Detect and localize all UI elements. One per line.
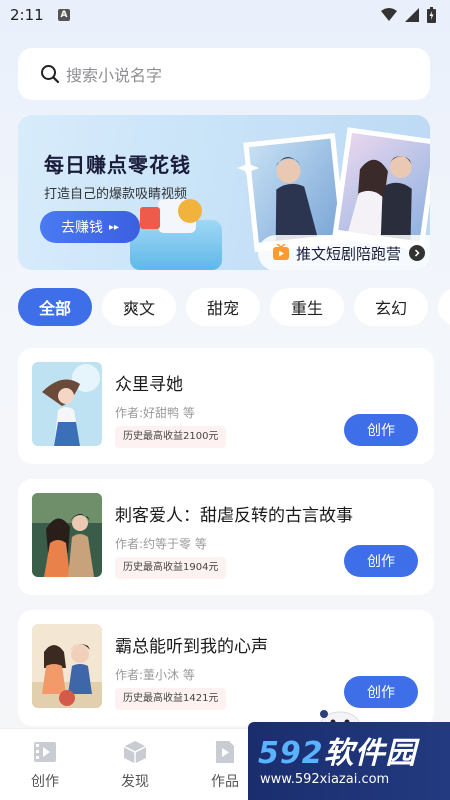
nav-create-label: 创作 xyxy=(31,774,59,790)
nav-works-label: 作品 xyxy=(211,774,239,790)
watermark-logo-number: 592 xyxy=(258,736,324,771)
nav-discover-label: 发现 xyxy=(121,774,149,790)
earn-money-button[interactable]: 去赚钱 ▸▸ xyxy=(40,211,140,243)
nav-create[interactable]: 创作 xyxy=(0,729,90,800)
tab-more[interactable] xyxy=(438,288,450,326)
novel-title: 霸总能听到我的心声 xyxy=(115,637,268,657)
novel-cover xyxy=(32,362,102,446)
notification-a-icon: A xyxy=(58,9,70,21)
tab-power-fantasy[interactable]: 爽文 xyxy=(102,288,176,326)
double-arrow-icon: ▸▸ xyxy=(108,221,120,233)
novel-card[interactable]: 众里寻她 作者:好甜鸭 等 历史最高收益2100元 创作 xyxy=(18,348,434,464)
promo-banner[interactable]: 每日赚点零花钱 打造自己的爆款吸睛视频 去赚钱 ▸▸ 推文短剧陪跑营 xyxy=(18,115,430,270)
novel-card[interactable]: 刺客爱人：甜虐反转的古言故事 作者:约等于零 等 历史最高收益1904元 创作 xyxy=(18,479,434,595)
tab-rebirth[interactable]: 重生 xyxy=(270,288,344,326)
status-time: 2:11 xyxy=(10,6,44,24)
status-icons xyxy=(381,7,436,23)
earnings-badge: 历史最高收益1904元 xyxy=(115,557,227,579)
battery-icon xyxy=(427,7,436,23)
novel-cover xyxy=(32,624,102,708)
banner-title: 每日赚点零花钱 xyxy=(44,153,191,177)
create-button[interactable]: 创作 xyxy=(344,414,418,446)
earnings-badge: 历史最高收益2100元 xyxy=(115,426,227,448)
banner-subtitle: 打造自己的爆款吸睛视频 xyxy=(44,187,188,202)
create-button[interactable]: 创作 xyxy=(344,676,418,708)
watermark-url: www.592xiazai.com xyxy=(260,772,390,787)
play-document-icon xyxy=(216,741,234,763)
film-icon xyxy=(34,742,56,762)
chevron-right-icon xyxy=(409,245,426,261)
novel-author: 作者:董小沐 等 xyxy=(115,668,195,682)
promo-camp-label: 推文短剧陪跑营 xyxy=(296,244,402,263)
novel-author: 作者:约等于零 等 xyxy=(115,537,207,551)
watermark-logo: 592软件园 xyxy=(258,728,417,772)
search-icon xyxy=(41,65,60,84)
novel-title: 众里寻她 xyxy=(115,375,183,395)
earnings-badge: 历史最高收益1421元 xyxy=(115,688,227,710)
search-input[interactable]: 搜索小说名字 xyxy=(66,62,162,86)
create-button[interactable]: 创作 xyxy=(344,545,418,577)
tab-sweet-romance[interactable]: 甜宠 xyxy=(186,288,260,326)
novel-title: 刺客爱人：甜虐反转的古言故事 xyxy=(115,506,353,526)
status-bar: 2:11 A xyxy=(0,0,450,30)
nav-discover[interactable]: 发现 xyxy=(90,729,180,800)
promo-camp-link[interactable]: 推文短剧陪跑营 xyxy=(258,235,430,270)
novel-author: 作者:好甜鸭 等 xyxy=(115,406,195,420)
site-watermark: 592软件园 www.592xiazai.com xyxy=(248,722,450,800)
watermark-logo-text: 软件园 xyxy=(323,736,417,771)
signal-icon xyxy=(405,8,419,22)
earn-money-label: 去赚钱 xyxy=(60,220,103,236)
tv-icon xyxy=(273,244,289,260)
novel-cover xyxy=(32,493,102,577)
cube-icon xyxy=(123,741,147,764)
search-bar[interactable]: 搜索小说名字 xyxy=(18,48,430,100)
wifi-icon xyxy=(381,8,397,21)
tab-all[interactable]: 全部 xyxy=(18,288,92,326)
novel-card[interactable]: 霸总能听到我的心声 作者:董小沐 等 历史最高收益1421元 创作 xyxy=(18,610,434,726)
tab-fantasy[interactable]: 玄幻 xyxy=(354,288,428,326)
category-tabs: 全部 爽文 甜宠 重生 玄幻 xyxy=(18,288,450,326)
